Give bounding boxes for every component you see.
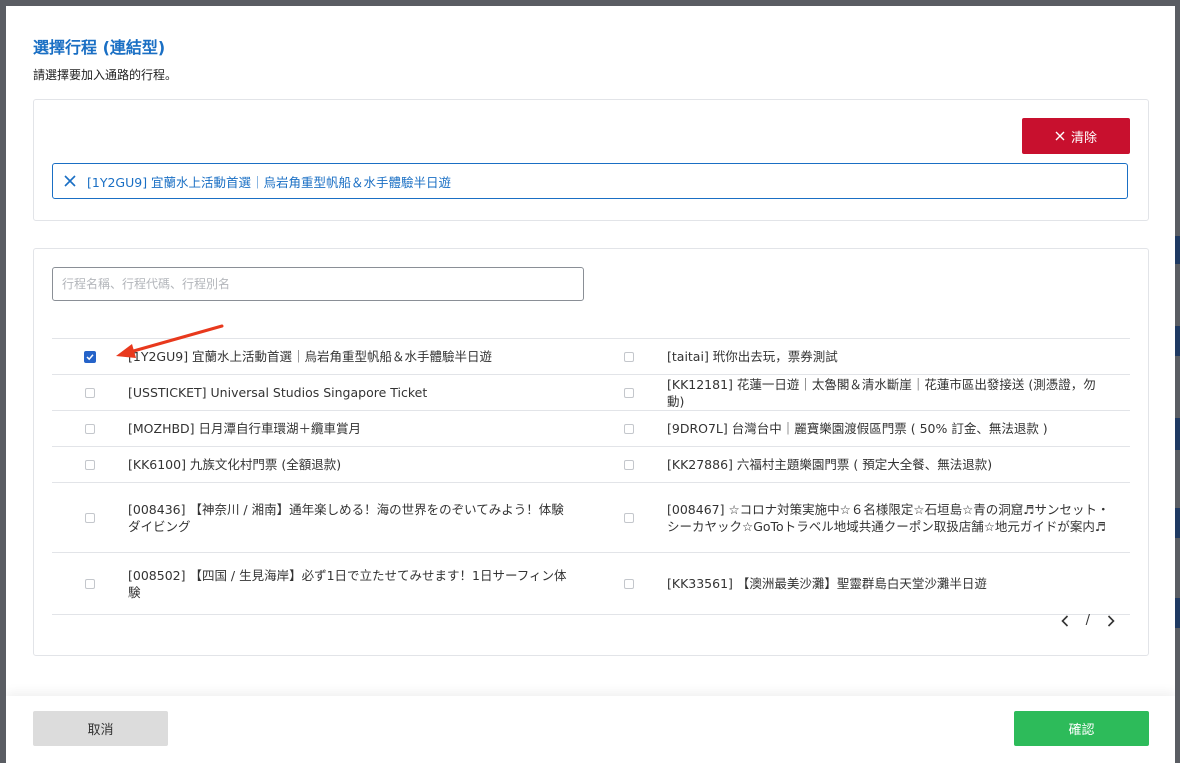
checkbox[interactable]: [624, 578, 634, 589]
checkbox-wrap: [52, 459, 128, 470]
checkbox-wrap: [52, 423, 128, 434]
selected-panel: 清除 [1Y2GU9] 宜蘭水上活動首選｜烏岩角重型帆船＆水手體驗半日遊: [33, 99, 1149, 221]
itinerary-option[interactable]: [008467] ☆コロナ対策実施中☆６名様限定☆石垣島☆青の洞窟♬サンセット・…: [591, 483, 1130, 552]
checkbox-wrap: [52, 512, 128, 523]
checkbox[interactable]: [624, 387, 634, 398]
itinerary-option[interactable]: [taitai] 玳你出去玩，票券測試: [591, 339, 1130, 374]
close-icon: [1055, 131, 1065, 141]
checkbox-wrap: [591, 423, 667, 434]
chip-label: [1Y2GU9] 宜蘭水上活動首選｜烏岩角重型帆船＆水手體驗半日遊: [87, 174, 452, 190]
checkbox[interactable]: [624, 459, 634, 470]
itinerary-option[interactable]: [008502] 【四国 / 生見海岸】必ず1日で立たせてみせます！1日サーフィ…: [52, 553, 591, 614]
checkbox[interactable]: [85, 423, 95, 434]
itinerary-option[interactable]: [USSTICKET] Universal Studios Singapore …: [52, 375, 591, 410]
select-itinerary-modal: 選擇行程 (連結型) 請選擇要加入通路的行程。 清除 [1Y2GU9] 宜蘭水上…: [6, 6, 1175, 763]
modal-title: 選擇行程 (連結型): [33, 38, 166, 57]
itinerary-option[interactable]: [008436] 【神奈川 / 湘南】通年楽しめる！海の世界をのぞいてみよう！体…: [52, 483, 591, 552]
itinerary-label: [KK27886] 六福村主題樂園門票 ( 預定大全餐、無法退款): [667, 457, 993, 472]
table-row: [MOZHBD] 日月潭自行車環湖＋纜車賞月 [9DRO7L] 台灣台中｜麗寶樂園…: [52, 411, 1130, 447]
checkbox[interactable]: [624, 512, 634, 523]
modal-footer: 取消 確認: [6, 696, 1175, 763]
checkbox[interactable]: [85, 387, 95, 398]
checkbox[interactable]: [85, 578, 95, 589]
close-icon: [64, 175, 76, 187]
cancel-button[interactable]: 取消: [33, 711, 168, 746]
red-arrow-icon: [116, 324, 224, 358]
itinerary-list-panel: [1Y2GU9] 宜蘭水上活動首選｜烏岩角重型帆船＆水手體驗半日遊[taitai…: [33, 248, 1149, 656]
itinerary-option[interactable]: [9DRO7L] 台灣台中｜麗寶樂園渡假區門票 ( 50% 訂金、無法退款 ): [591, 411, 1130, 446]
checkbox-wrap: [591, 459, 667, 470]
itinerary-option[interactable]: [KK27886] 六福村主題樂園門票 ( 預定大全餐、無法退款): [591, 447, 1130, 482]
check-icon: [86, 353, 94, 360]
itinerary-label: [taitai] 玳你出去玩，票券測試: [667, 349, 838, 364]
itinerary-label: [008502] 【四国 / 生見海岸】必ず1日で立たせてみせます！1日サーフィ…: [128, 567, 567, 600]
next-page-button[interactable]: [1104, 614, 1118, 628]
checkbox-wrap: [52, 578, 128, 589]
page-separator: /: [1085, 613, 1090, 628]
chevron-left-icon: [1060, 614, 1068, 627]
itinerary-label: [MOZHBD] 日月潭自行車環湖＋纜車賞月: [128, 421, 362, 436]
itinerary-label: [008436] 【神奈川 / 湘南】通年楽しめる！海の世界をのぞいてみよう！体…: [128, 501, 564, 534]
clear-button-label: 清除: [1070, 130, 1097, 146]
checkbox-wrap: [591, 387, 667, 398]
chevron-right-icon: [1107, 614, 1115, 627]
pagination: /: [1058, 613, 1118, 628]
itinerary-grid: [1Y2GU9] 宜蘭水上活動首選｜烏岩角重型帆船＆水手體驗半日遊 [taitai…: [52, 338, 1130, 615]
chip-remove-button[interactable]: [53, 175, 87, 187]
checkbox[interactable]: [85, 459, 95, 470]
itinerary-label: [KK6100] 九族文化村門票 (全額退款): [128, 457, 342, 472]
prev-page-button[interactable]: [1058, 614, 1072, 628]
clear-button[interactable]: 清除: [1022, 118, 1130, 154]
search-input[interactable]: [52, 267, 584, 301]
table-row: [008436] 【神奈川 / 湘南】通年楽しめる！海の世界をのぞいてみよう！体…: [52, 483, 1130, 553]
table-row: [KK6100] 九族文化村門票 (全額退款) [KK27886] 六福村主題樂園…: [52, 447, 1130, 483]
itinerary-label: [KK33561] 【澳洲最美沙灘】聖靈群島白天堂沙灘半日遊: [667, 576, 987, 591]
checkbox-wrap: [591, 512, 667, 523]
modal-subtitle: 請選擇要加入通路的行程。: [33, 68, 178, 82]
checkbox-wrap: [52, 387, 128, 398]
confirm-button[interactable]: 確認: [1014, 711, 1149, 746]
checkbox-wrap: [591, 351, 667, 362]
selected-chip: [1Y2GU9] 宜蘭水上活動首選｜烏岩角重型帆船＆水手體驗半日遊: [52, 163, 1128, 199]
itinerary-label: [KK12181] 花蓮一日遊｜太魯閣＆清水斷崖｜花蓮市區出發接送 (測憑證，勿…: [667, 376, 1096, 409]
itinerary-label: [USSTICKET] Universal Studios Singapore …: [128, 385, 428, 400]
checkbox[interactable]: [624, 423, 634, 434]
checkbox[interactable]: [84, 350, 96, 363]
itinerary-label: [008467] ☆コロナ対策実施中☆６名様限定☆石垣島☆青の洞窟♬サンセット・…: [667, 501, 1110, 534]
itinerary-option[interactable]: [MOZHBD] 日月潭自行車環湖＋纜車賞月: [52, 411, 591, 446]
itinerary-label: [9DRO7L] 台灣台中｜麗寶樂園渡假區門票 ( 50% 訂金、無法退款 ): [667, 421, 1048, 436]
checkbox[interactable]: [624, 351, 634, 362]
itinerary-option[interactable]: [KK6100] 九族文化村門票 (全額退款): [52, 447, 591, 482]
itinerary-option[interactable]: [KK33561] 【澳洲最美沙灘】聖靈群島白天堂沙灘半日遊: [591, 553, 1130, 614]
table-row: [008502] 【四国 / 生見海岸】必ず1日で立たせてみせます！1日サーフィ…: [52, 553, 1130, 615]
table-row: [USSTICKET] Universal Studios Singapore …: [52, 375, 1130, 411]
itinerary-option[interactable]: [KK12181] 花蓮一日遊｜太魯閣＆清水斷崖｜花蓮市區出發接送 (測憑證，勿…: [591, 375, 1130, 410]
checkbox[interactable]: [85, 512, 95, 523]
checkbox-wrap: [591, 578, 667, 589]
